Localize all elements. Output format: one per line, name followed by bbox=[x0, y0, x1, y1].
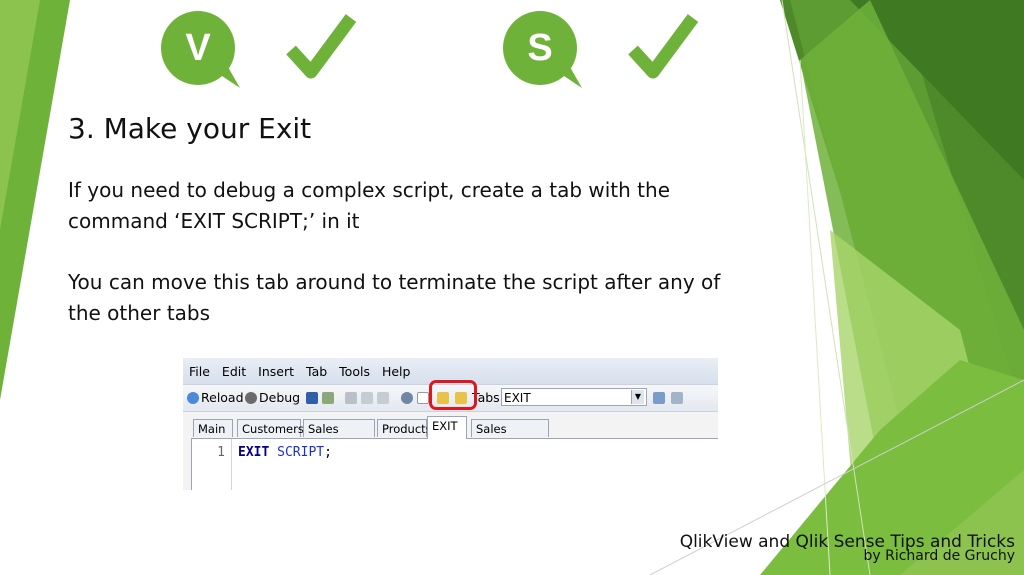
find-icon[interactable] bbox=[401, 392, 413, 404]
menu-tab[interactable]: Tab bbox=[306, 364, 327, 379]
reload-label: Reload bbox=[201, 390, 244, 405]
check-icon bbox=[628, 14, 699, 79]
paragraph-debug: If you need to debug a complex script, c… bbox=[68, 175, 768, 237]
code-keyword-exit: EXIT bbox=[238, 445, 270, 460]
code-line: EXIT SCRIPT; bbox=[238, 439, 332, 467]
tab-select[interactable]: EXIT ▼ bbox=[501, 388, 647, 406]
line-number: 1 bbox=[192, 439, 232, 490]
qliksense-logo: S bbox=[503, 11, 582, 88]
tab-customers[interactable]: Customers bbox=[237, 419, 304, 437]
qlikview-letter: V bbox=[185, 27, 211, 69]
debug-button[interactable]: Debug bbox=[245, 390, 300, 405]
script-editor-screenshot: File Edit Insert Tab Tools Help Reload D… bbox=[183, 358, 718, 490]
copy-icon[interactable] bbox=[361, 392, 373, 404]
code-editor[interactable]: 1 EXIT SCRIPT; bbox=[191, 439, 718, 490]
tab-exit[interactable]: EXIT bbox=[427, 416, 467, 439]
bug-icon bbox=[245, 391, 257, 404]
debug-label: Debug bbox=[259, 390, 301, 405]
menu-tools[interactable]: Tools bbox=[339, 364, 370, 379]
paste-icon[interactable] bbox=[377, 392, 389, 404]
new-tab-icon[interactable] bbox=[417, 392, 429, 404]
footer-author: by Richard de Gruchy bbox=[863, 548, 1015, 564]
check-icon bbox=[286, 14, 357, 79]
tab-sales-budgets[interactable]: Sales Budgets bbox=[471, 419, 549, 454]
cut-icon[interactable] bbox=[345, 392, 357, 404]
menu-help[interactable]: Help bbox=[382, 364, 411, 379]
paragraph-line: If you need to debug a complex script, c… bbox=[68, 178, 670, 202]
reload-button[interactable]: Reload bbox=[187, 390, 244, 405]
arrange-icon[interactable] bbox=[671, 392, 683, 404]
menu-file[interactable]: File bbox=[189, 364, 210, 379]
qliksense-letter: S bbox=[527, 27, 552, 69]
chevron-down-icon[interactable]: ▼ bbox=[631, 390, 644, 404]
tab-strip: Main Customers Sales Orders Products EXI… bbox=[191, 416, 718, 454]
code-keyword-script: SCRIPT bbox=[277, 445, 325, 460]
code-terminator: ; bbox=[324, 445, 332, 460]
save-icon[interactable] bbox=[306, 392, 318, 404]
slide-title: 3. Make your Exit bbox=[68, 112, 312, 145]
paragraph-move-tab: You can move this tab around to terminat… bbox=[68, 267, 768, 329]
edit-icon[interactable] bbox=[322, 392, 334, 404]
menu-insert[interactable]: Insert bbox=[258, 364, 294, 379]
tab-main[interactable]: Main bbox=[193, 419, 233, 437]
menu-edit[interactable]: Edit bbox=[222, 364, 246, 379]
qlikview-logo: V bbox=[161, 11, 240, 88]
add-tab-icon[interactable] bbox=[653, 392, 665, 404]
tab-products[interactable]: Products bbox=[377, 419, 432, 437]
highlight-circle bbox=[429, 380, 477, 410]
tab-sales-orders[interactable]: Sales Orders bbox=[303, 419, 375, 454]
tab-select-value: EXIT bbox=[504, 391, 531, 405]
paragraph-line: command ‘EXIT SCRIPT;’ in it bbox=[68, 209, 360, 233]
reload-icon bbox=[187, 391, 199, 404]
paragraph-line: You can move this tab around to terminat… bbox=[68, 270, 721, 294]
paragraph-line: the other tabs bbox=[68, 301, 211, 325]
